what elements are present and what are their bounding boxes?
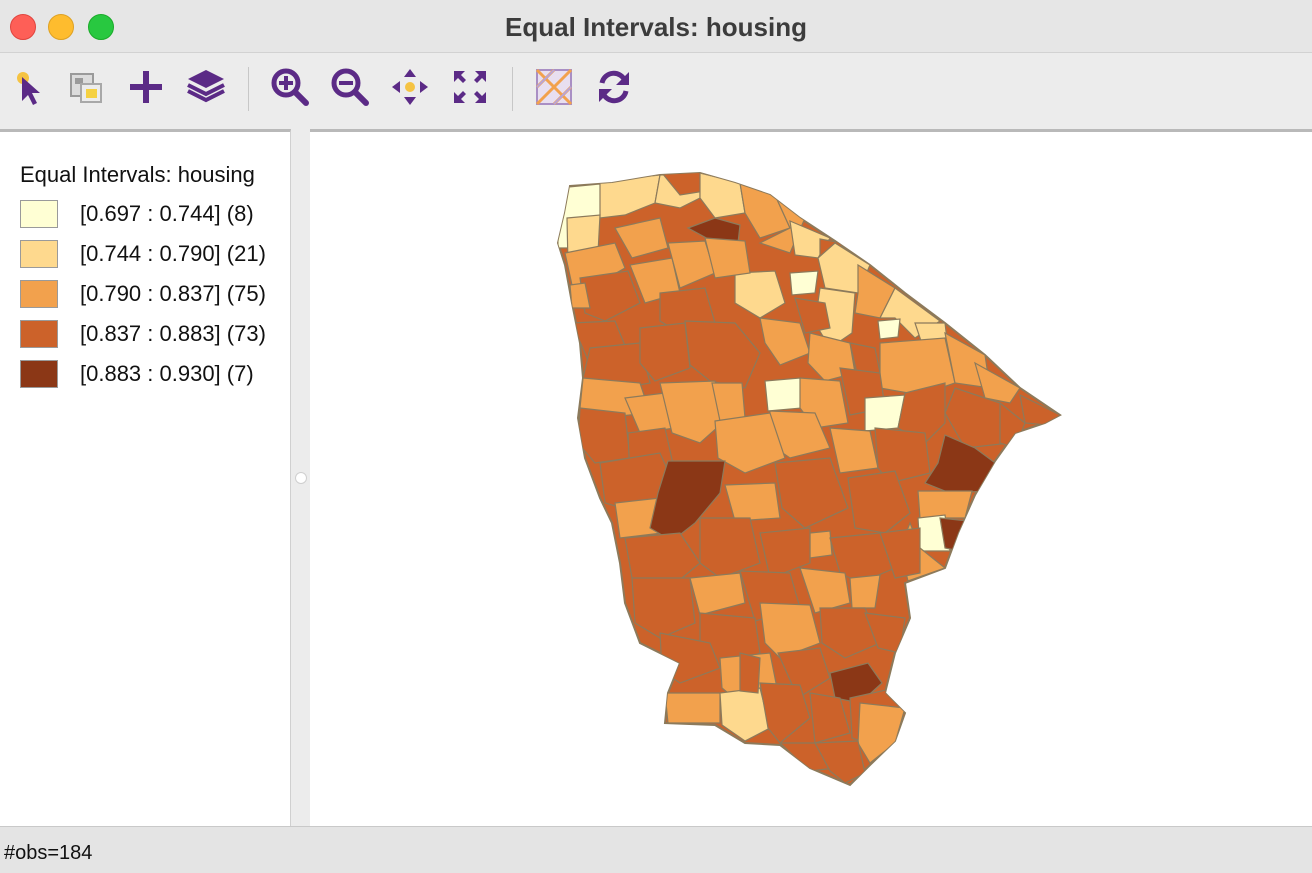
legend-label: [0.883 : 0.930] (7) [80, 361, 254, 386]
title-bar: Equal Intervals: housing [0, 0, 1312, 53]
map-canvas[interactable] [310, 129, 1312, 826]
zoom-in-icon [271, 68, 309, 106]
legend-panel: Equal Intervals: housing [0.697 : 0.744]… [0, 129, 291, 826]
toolbar-separator [512, 67, 513, 111]
choropleth-map[interactable] [310, 132, 1312, 826]
select-tool-button[interactable] [8, 65, 52, 109]
zoom-out-button[interactable] [328, 65, 372, 109]
municipality-polygon[interactable] [739, 652, 761, 694]
selection-shape-icon [70, 73, 102, 103]
zoom-out-icon [331, 68, 369, 106]
refresh-button[interactable] [592, 65, 636, 109]
select-pointer-icon [17, 72, 40, 105]
municipality-polygon[interactable] [877, 318, 901, 340]
layers-button[interactable] [184, 65, 228, 109]
legend-label: [0.790 : 0.837] (75) [80, 281, 266, 306]
municipality-polygon[interactable] [724, 482, 781, 522]
layers-icon [187, 70, 225, 103]
legend-item[interactable]: [0.744 : 0.790] (21) [20, 239, 266, 269]
municipality-polygon[interactable] [809, 530, 833, 559]
legend-swatch [20, 200, 58, 228]
window-title: Equal Intervals: housing [505, 12, 807, 42]
full-extent-button[interactable] [448, 65, 492, 109]
observation-count: #obs=184 [4, 842, 93, 864]
legend-label: [0.744 : 0.790] (21) [80, 241, 266, 266]
refresh-icon [599, 70, 629, 104]
zoom-in-button[interactable] [268, 65, 312, 109]
add-button[interactable] [124, 65, 168, 109]
municipality-polygon[interactable] [789, 270, 819, 296]
legend-swatch [20, 280, 58, 308]
legend-item[interactable]: [0.790 : 0.837] (75) [20, 279, 266, 309]
legend-label: [0.697 : 0.744] (8) [80, 201, 254, 226]
full-extent-icon [454, 71, 486, 103]
panel-splitter[interactable] [291, 129, 309, 823]
add-icon [130, 71, 162, 103]
legend-swatch [20, 360, 58, 388]
basemap-button[interactable] [532, 65, 576, 109]
basemap-icon [535, 68, 573, 106]
legend-item[interactable]: [0.883 : 0.930] (7) [20, 359, 254, 389]
map-toolbar [0, 53, 1312, 123]
municipality-polygon[interactable] [849, 574, 881, 609]
legend-item[interactable]: [0.697 : 0.744] (8) [20, 199, 254, 229]
legend-swatch [20, 240, 58, 268]
toolbar-separator [248, 67, 249, 111]
pan-icon [392, 69, 428, 105]
status-bar: #obs=184 [0, 826, 1312, 873]
municipality-polygon[interactable] [664, 692, 721, 724]
selection-shape-button[interactable] [64, 65, 108, 109]
municipality-polygon[interactable] [764, 377, 803, 412]
legend-swatch [20, 320, 58, 348]
pan-button[interactable] [388, 65, 432, 109]
splitter-handle[interactable] [295, 472, 307, 484]
legend-label: [0.837 : 0.883] (73) [80, 321, 266, 346]
legend-item[interactable]: [0.837 : 0.883] (73) [20, 319, 266, 349]
legend-title: Equal Intervals: housing [20, 162, 255, 187]
municipality-polygon[interactable] [917, 490, 973, 519]
